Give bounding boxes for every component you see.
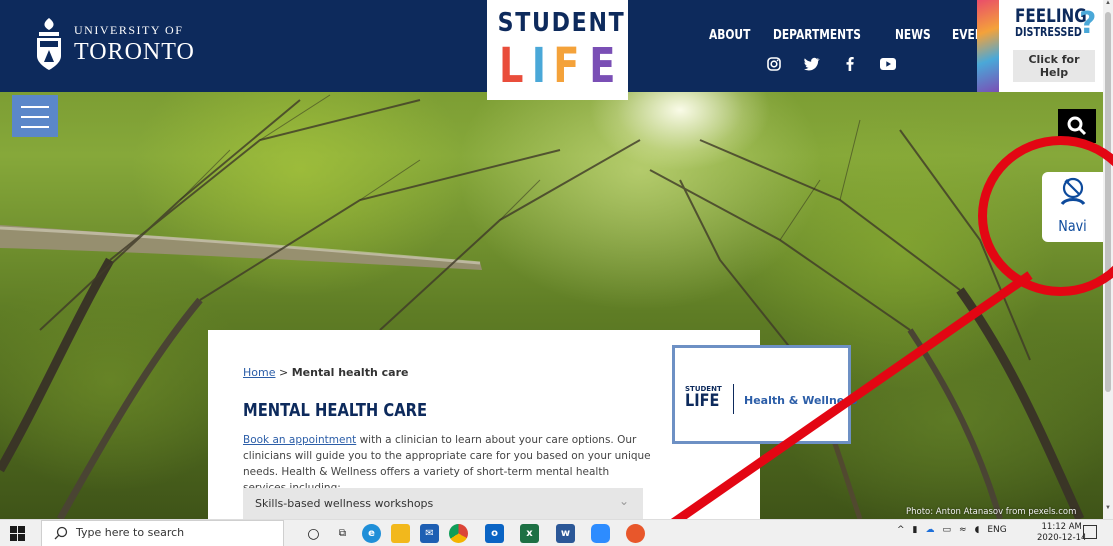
cortana-icon[interactable]: ○ bbox=[304, 524, 323, 543]
search-icon bbox=[1067, 116, 1087, 136]
life-letter: L bbox=[499, 38, 524, 94]
menu-line bbox=[21, 116, 49, 118]
instagram-icon[interactable] bbox=[766, 56, 782, 72]
zoom-icon[interactable] bbox=[591, 524, 610, 543]
crest-icon bbox=[37, 18, 61, 70]
breadcrumb: Home > Mental health care bbox=[243, 366, 408, 379]
taskbar-search-icon bbox=[54, 526, 68, 540]
intro-paragraph: Book an appointment with a clinician to … bbox=[243, 432, 655, 496]
wifi-icon[interactable]: ≈ bbox=[959, 525, 967, 535]
nav-about[interactable]: ABOUT bbox=[709, 28, 750, 43]
clock-time: 11:12 AM bbox=[1041, 522, 1082, 532]
accordion-title: Skills-based wellness workshops bbox=[255, 497, 434, 510]
student-life-student-text: STUDENT bbox=[497, 8, 626, 38]
facebook-icon[interactable] bbox=[842, 56, 858, 72]
windows-start-icon[interactable] bbox=[10, 526, 25, 541]
menu-line bbox=[21, 106, 49, 108]
language-indicator[interactable]: ENG bbox=[987, 525, 1006, 535]
excel-icon[interactable]: x bbox=[520, 524, 539, 543]
chrome-icon[interactable] bbox=[449, 524, 468, 543]
site-header: UNIVERSITY OF TORONTO STUDENT L I F E AB… bbox=[0, 0, 1113, 100]
university-line2: TORONTO bbox=[74, 39, 195, 65]
windows-taskbar: Type here to search ○ ⧉ e ✉ o x w ^ ▮ ☁ … bbox=[0, 519, 1113, 546]
distress-color-strip bbox=[977, 0, 999, 92]
taskbar-search-placeholder: Type here to search bbox=[76, 526, 185, 539]
taskbar-search-box[interactable]: Type here to search bbox=[41, 520, 284, 546]
clock-date: 2020-12-14 bbox=[1037, 533, 1087, 543]
life-letter: E bbox=[589, 38, 616, 94]
mail-icon[interactable]: ✉ bbox=[420, 524, 439, 543]
battery-icon[interactable]: ▭ bbox=[943, 525, 952, 535]
nav-news[interactable]: NEWS bbox=[895, 28, 931, 43]
life-letter: F bbox=[553, 38, 580, 94]
chevron-down-icon: ⌄ bbox=[618, 494, 629, 508]
hw-student-life-mark: STUDENT LIFE bbox=[685, 386, 725, 410]
top-navigation: ABOUT DEPARTMENTS NEWS EVENTS bbox=[709, 28, 1009, 43]
university-line1: UNIVERSITY OF bbox=[74, 23, 184, 37]
hw-label: Health & Wellness bbox=[744, 394, 858, 407]
photo-credit: Photo: Anton Atanasov from pexels.com bbox=[906, 507, 1077, 517]
notification-icon[interactable] bbox=[1083, 525, 1097, 539]
hw-life-text: LIFE bbox=[685, 391, 720, 411]
question-mark-icon: ? bbox=[1079, 6, 1097, 41]
distressed-text: DISTRESSED bbox=[1015, 25, 1082, 39]
social-links bbox=[766, 56, 896, 72]
file-explorer-icon[interactable] bbox=[391, 524, 410, 543]
breadcrumb-home-link[interactable]: Home bbox=[243, 366, 275, 379]
taskbar-clock[interactable]: 11:12 AM 2020-12-14 bbox=[1037, 522, 1086, 544]
app-icon[interactable] bbox=[626, 524, 645, 543]
health-wellness-logo-card[interactable]: STUDENT LIFE Health & Wellness bbox=[672, 345, 857, 444]
life-letter: I bbox=[531, 38, 546, 94]
task-view-icon[interactable]: ⧉ bbox=[333, 524, 352, 543]
student-life-logo[interactable]: STUDENT L I F E bbox=[487, 0, 628, 100]
breadcrumb-separator: > bbox=[275, 366, 292, 379]
student-life-life-text: L I F E bbox=[487, 42, 628, 90]
outlook-icon[interactable]: o bbox=[485, 524, 504, 543]
menu-button[interactable] bbox=[12, 95, 58, 137]
chevron-up-icon[interactable]: ^ bbox=[897, 525, 905, 535]
volume-icon[interactable]: ◖ bbox=[975, 525, 980, 535]
breadcrumb-current: Mental health care bbox=[291, 366, 409, 379]
edge-icon[interactable]: e bbox=[362, 524, 381, 543]
onedrive-icon[interactable]: ☁ bbox=[926, 525, 935, 535]
system-tray: ^ ▮ ☁ ▭ ≈ ◖ ENG bbox=[897, 525, 1007, 535]
nav-departments[interactable]: DEPARTMENTS bbox=[773, 28, 861, 43]
word-icon[interactable]: w bbox=[556, 524, 575, 543]
page-title: MENTAL HEALTH CARE bbox=[243, 400, 428, 421]
menu-line bbox=[21, 126, 49, 128]
scroll-down-arrow-icon[interactable]: ▼ bbox=[1103, 505, 1113, 515]
feeling-text: FEELING bbox=[1015, 5, 1087, 27]
scroll-up-arrow-icon[interactable]: ▲ bbox=[1103, 0, 1113, 10]
book-appointment-link[interactable]: Book an appointment bbox=[243, 434, 356, 446]
device-icon[interactable]: ▮ bbox=[913, 525, 918, 535]
youtube-icon[interactable] bbox=[880, 56, 896, 72]
university-logo[interactable]: UNIVERSITY OF TORONTO bbox=[34, 12, 195, 76]
hw-divider bbox=[733, 384, 734, 414]
twitter-icon[interactable] bbox=[804, 56, 820, 72]
feeling-distressed-box[interactable]: FEELING DISTRESSED ? Click for Help bbox=[999, 0, 1103, 92]
click-for-help-button[interactable]: Click for Help bbox=[1013, 50, 1095, 82]
accordion-item[interactable]: Skills-based wellness workshops ⌄ bbox=[243, 488, 643, 519]
